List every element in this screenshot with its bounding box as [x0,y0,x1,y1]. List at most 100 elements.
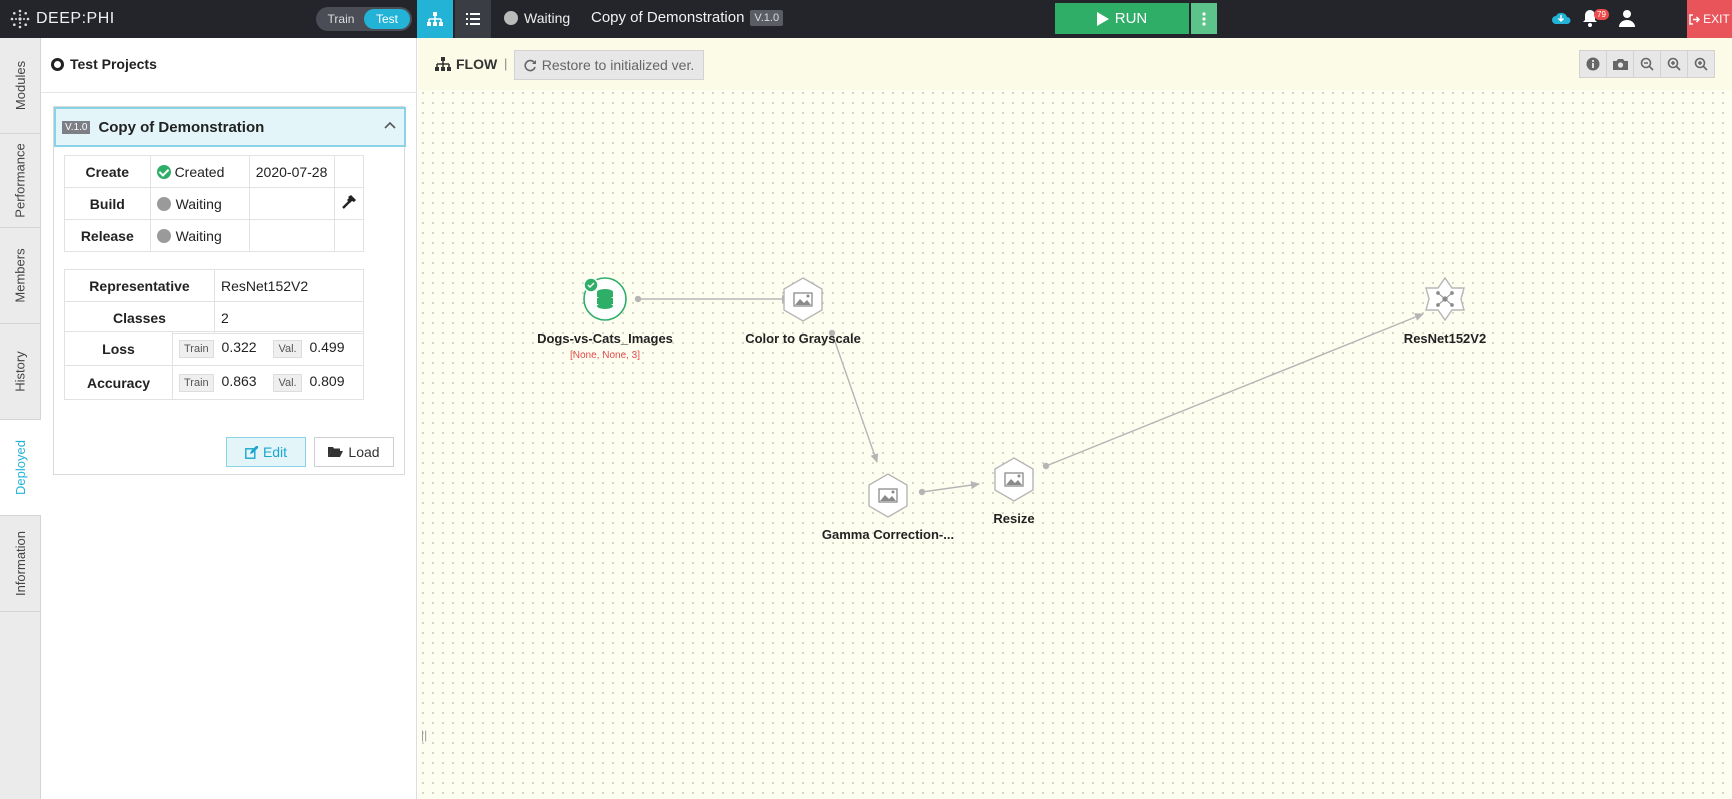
table-row: Build Waiting [64,187,365,220]
metrics-table: Loss Train 0.322 Val. 0.499 Accuracy Tra… [64,331,364,400]
list-view-button[interactable] [455,0,491,38]
node-grayscale[interactable] [783,277,823,322]
user-icon[interactable] [1619,9,1635,27]
info-table: Representative ResNet152V2 Classes 2 [64,269,364,334]
vertical-tab-bar: Modules Performance Members History Depl… [0,38,41,799]
table-cell [333,219,365,252]
database-icon [597,289,613,309]
edit-icon [245,445,258,459]
flow-graph [583,276,1465,518]
val-value: 0.809 [309,373,345,389]
tab-members[interactable]: Members [0,228,41,324]
exit-button[interactable]: EXIT [1687,0,1732,38]
train-value: 0.322 [221,339,257,355]
node-label-gamma: Gamma Correction-... [821,527,955,542]
node-resnet[interactable] [1425,276,1465,322]
kebab-icon [1202,11,1206,26]
edge-grayscale-gamma[interactable] [831,332,879,463]
run-button[interactable]: RUN [1055,3,1189,34]
node-gamma[interactable] [868,473,908,518]
check-circle-icon [156,164,171,179]
train-tag: Train [179,374,214,392]
node-label-resize: Resize [993,511,1035,526]
logo-icon [10,9,30,29]
metric-label: Loss [64,331,173,366]
mode-toggle[interactable]: Train Test [316,7,412,31]
table-row: Loss Train 0.322 Val. 0.499 [64,331,364,366]
sitemap-icon [427,12,443,26]
node-label-grayscale: Color to Grayscale [745,331,861,346]
node-dataset[interactable] [583,277,627,321]
build-action[interactable] [333,187,365,220]
list-icon [466,13,480,25]
stage-label: Build [64,187,151,220]
info-label: Classes [64,301,215,334]
val-value: 0.499 [309,339,345,355]
panel-resize-handle[interactable]: || [421,728,427,742]
edit-button[interactable]: Edit [226,437,306,467]
project-card-header[interactable]: V.1.0 Copy of Demonstration [54,107,406,147]
sign-out-icon [1689,13,1701,25]
info-value: 2 [214,301,364,334]
train-tag: Train [179,340,214,358]
project-card-title: Copy of Demonstration [98,118,265,136]
tab-performance[interactable]: Performance [0,134,41,228]
metric-values: Train 0.863 Val. 0.809 [172,365,364,400]
node-shape-dataset: [None, None, 3] [569,350,641,361]
stage-date: 2020-07-28 [248,155,335,188]
flow-view-button[interactable] [417,0,453,38]
stage-label: Release [64,219,151,252]
stage-table: Create Created 2020-07-28 Build Waiting … [64,155,365,252]
status-dot-icon [504,11,518,25]
stage-date [248,219,335,252]
edge-resize-resnet[interactable] [1045,313,1424,467]
notification-badge: 79 [1594,9,1609,20]
info-value: ResNet152V2 [214,269,364,302]
status-text: Waiting [524,10,571,26]
table-row: Accuracy Train 0.863 Val. 0.809 [64,365,364,400]
edge-gamma-resize[interactable] [921,481,980,493]
project-title: Copy of Demonstration V.1.0 [591,9,784,26]
divider [41,92,417,93]
top-bar: DEEP:PHI Train Test Waiting Copy of Demo… [0,0,1732,38]
run-options-button[interactable] [1191,3,1217,34]
status-dot-icon [156,196,171,211]
status-dot-icon [156,228,171,243]
side-panel: Test Projects V.1.0 Copy of Demonstratio… [41,38,417,799]
flow-edges [638,295,1424,493]
project-title-text: Copy of Demonstration [591,9,745,26]
flow-canvas[interactable]: FLOW | Restore to initialized ver. Dogs-… [418,38,1732,799]
tab-history[interactable]: History [0,324,41,420]
stage-status: Waiting [149,187,250,220]
mode-train[interactable]: Train [318,9,364,29]
folder-open-icon [328,447,344,457]
table-cell [333,155,365,188]
tab-information[interactable]: Information [0,516,41,612]
edge-ports [634,295,1050,496]
tab-modules[interactable]: Modules [0,38,41,134]
stage-status: Created [149,155,250,188]
table-row: Release Waiting [64,219,365,252]
play-icon [1096,11,1109,26]
stage-date [248,187,335,220]
chevron-up-icon[interactable] [384,121,396,129]
metric-values: Train 0.322 Val. 0.499 [172,331,364,366]
node-label-resnet: ResNet152V2 [1403,331,1487,346]
logo-text: DEEP:PHI [36,10,115,27]
node-resize[interactable] [994,457,1034,502]
cloud-download-icon[interactable] [1551,9,1571,27]
metric-label: Accuracy [64,365,173,400]
info-label: Representative [64,269,215,302]
table-row: Classes 2 [64,301,364,334]
exit-label: EXIT [1703,12,1730,26]
tab-deployed[interactable]: Deployed [0,420,41,516]
val-tag: Val. [273,374,302,392]
stage-label: Create [64,155,151,188]
table-row: Representative ResNet152V2 [64,269,364,302]
version-badge: V.1.0 [750,9,784,26]
version-badge: V.1.0 [62,120,91,134]
run-label: RUN [1114,10,1148,27]
mode-test[interactable]: Test [364,9,410,29]
hammer-icon[interactable] [341,194,357,210]
load-button[interactable]: Load [314,437,394,467]
